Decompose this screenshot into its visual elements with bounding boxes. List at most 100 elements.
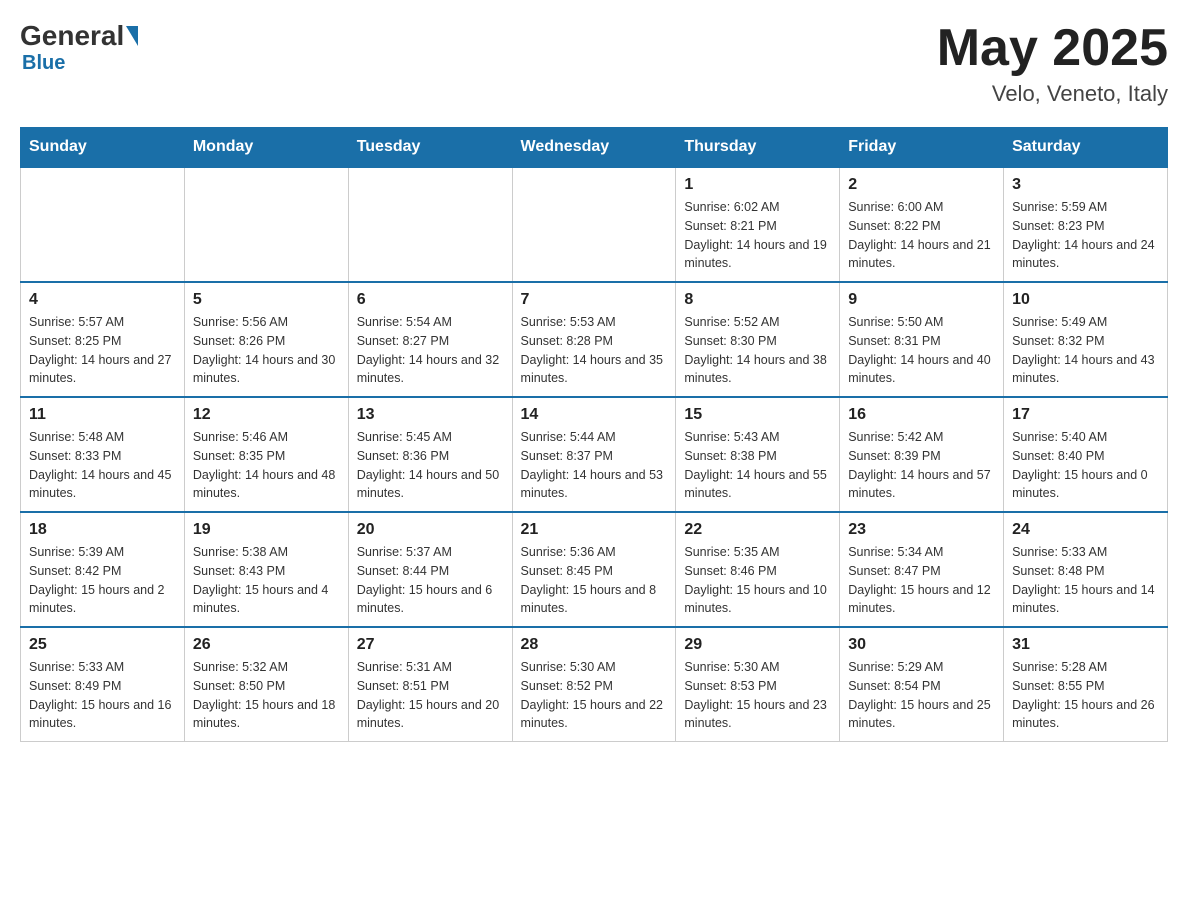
day-number-18: 18 (29, 521, 176, 539)
day-number-7: 7 (521, 291, 668, 309)
day-number-22: 22 (684, 521, 831, 539)
calendar-cell-3-1: 19 Sunrise: 5:38 AMSunset: 8:43 PMDayligh… (184, 512, 348, 627)
day-info-4: Sunrise: 5:57 AMSunset: 8:25 PMDaylight:… (29, 313, 176, 388)
calendar-cell-4-2: 27 Sunrise: 5:31 AMSunset: 8:51 PMDayligh… (348, 627, 512, 742)
header-thursday: Thursday (676, 128, 840, 168)
calendar-cell-4-4: 29Sunrise: 5:30 AMSunset: 8:53 PMDayligh… (676, 627, 840, 742)
calendar-cell-4-6: 31 Sunrise: 5:28 AMSunset: 8:55 PMDayligh… (1004, 627, 1168, 742)
calendar-cell-3-2: 20Sunrise: 5:37 AMSunset: 8:44 PMDayligh… (348, 512, 512, 627)
calendar-body: 1 Sunrise: 6:02 AMSunset: 8:21 PMDaylight… (21, 167, 1168, 742)
day-number-20: 20 (357, 521, 504, 539)
calendar-week-3: 11 Sunrise: 5:48 AMSunset: 8:33 PMDayligh… (21, 397, 1168, 512)
day-number-6: 6 (357, 291, 504, 309)
day-number-9: 9 (848, 291, 995, 309)
calendar-cell-3-6: 24Sunrise: 5:33 AMSunset: 8:48 PMDayligh… (1004, 512, 1168, 627)
day-info-10: Sunrise: 5:49 AMSunset: 8:32 PMDaylight:… (1012, 313, 1159, 388)
day-info-23: Sunrise: 5:34 AMSunset: 8:47 PMDaylight:… (848, 543, 995, 618)
day-number-31: 31 (1012, 636, 1159, 654)
calendar-cell-2-1: 12 Sunrise: 5:46 AMSunset: 8:35 PMDayligh… (184, 397, 348, 512)
logo-blue-label: Blue (22, 52, 65, 75)
calendar-cell-2-0: 11 Sunrise: 5:48 AMSunset: 8:33 PMDayligh… (21, 397, 185, 512)
day-info-28: Sunrise: 5:30 AMSunset: 8:52 PMDaylight:… (521, 658, 668, 733)
calendar-cell-3-5: 23 Sunrise: 5:34 AMSunset: 8:47 PMDayligh… (840, 512, 1004, 627)
day-info-14: Sunrise: 5:44 AMSunset: 8:37 PMDaylight:… (521, 428, 668, 503)
day-info-24: Sunrise: 5:33 AMSunset: 8:48 PMDaylight:… (1012, 543, 1159, 618)
day-number-1: 1 (684, 176, 831, 194)
day-info-30: Sunrise: 5:29 AMSunset: 8:54 PMDaylight:… (848, 658, 995, 733)
calendar-cell-4-0: 25 Sunrise: 5:33 AMSunset: 8:49 PMDayligh… (21, 627, 185, 742)
day-info-12: Sunrise: 5:46 AMSunset: 8:35 PMDaylight:… (193, 428, 340, 503)
calendar-cell-0-1 (184, 167, 348, 282)
calendar-title: May 2025 (937, 20, 1168, 77)
day-info-17: Sunrise: 5:40 AMSunset: 8:40 PMDaylight:… (1012, 428, 1159, 503)
calendar-cell-1-2: 6Sunrise: 5:54 AMSunset: 8:27 PMDaylight… (348, 282, 512, 397)
day-info-29: Sunrise: 5:30 AMSunset: 8:53 PMDaylight:… (684, 658, 831, 733)
calendar-cell-0-0 (21, 167, 185, 282)
day-info-8: Sunrise: 5:52 AMSunset: 8:30 PMDaylight:… (684, 313, 831, 388)
calendar-week-5: 25 Sunrise: 5:33 AMSunset: 8:49 PMDayligh… (21, 627, 1168, 742)
day-info-31: Sunrise: 5:28 AMSunset: 8:55 PMDaylight:… (1012, 658, 1159, 733)
calendar-cell-4-5: 30 Sunrise: 5:29 AMSunset: 8:54 PMDayligh… (840, 627, 1004, 742)
day-number-19: 19 (193, 521, 340, 539)
day-info-1: Sunrise: 6:02 AMSunset: 8:21 PMDaylight:… (684, 198, 831, 273)
day-number-4: 4 (29, 291, 176, 309)
day-info-26: Sunrise: 5:32 AMSunset: 8:50 PMDaylight:… (193, 658, 340, 733)
day-number-13: 13 (357, 406, 504, 424)
logo-arrow-icon (126, 26, 138, 46)
day-number-25: 25 (29, 636, 176, 654)
day-number-28: 28 (521, 636, 668, 654)
day-info-21: Sunrise: 5:36 AMSunset: 8:45 PMDaylight:… (521, 543, 668, 618)
day-number-23: 23 (848, 521, 995, 539)
header-tuesday: Tuesday (348, 128, 512, 168)
day-number-2: 2 (848, 176, 995, 194)
calendar-header-row: Sunday Monday Tuesday Wednesday Thursday… (21, 128, 1168, 168)
day-number-15: 15 (684, 406, 831, 424)
day-number-11: 11 (29, 406, 176, 424)
day-info-16: Sunrise: 5:42 AMSunset: 8:39 PMDaylight:… (848, 428, 995, 503)
day-number-3: 3 (1012, 176, 1159, 194)
day-number-17: 17 (1012, 406, 1159, 424)
calendar-cell-4-3: 28 Sunrise: 5:30 AMSunset: 8:52 PMDayligh… (512, 627, 676, 742)
calendar-cell-0-3 (512, 167, 676, 282)
day-number-10: 10 (1012, 291, 1159, 309)
calendar-cell-2-6: 17 Sunrise: 5:40 AMSunset: 8:40 PMDayligh… (1004, 397, 1168, 512)
day-info-15: Sunrise: 5:43 AMSunset: 8:38 PMDaylight:… (684, 428, 831, 503)
day-number-27: 27 (357, 636, 504, 654)
day-number-26: 26 (193, 636, 340, 654)
day-number-21: 21 (521, 521, 668, 539)
day-number-8: 8 (684, 291, 831, 309)
calendar-cell-1-1: 5 Sunrise: 5:56 AMSunset: 8:26 PMDaylight… (184, 282, 348, 397)
calendar-cell-3-0: 18Sunrise: 5:39 AMSunset: 8:42 PMDayligh… (21, 512, 185, 627)
calendar-week-2: 4 Sunrise: 5:57 AMSunset: 8:25 PMDaylight… (21, 282, 1168, 397)
day-info-13: Sunrise: 5:45 AMSunset: 8:36 PMDaylight:… (357, 428, 504, 503)
header-monday: Monday (184, 128, 348, 168)
header-saturday: Saturday (1004, 128, 1168, 168)
day-info-27: Sunrise: 5:31 AMSunset: 8:51 PMDaylight:… (357, 658, 504, 733)
calendar-cell-2-2: 13 Sunrise: 5:45 AMSunset: 8:36 PMDayligh… (348, 397, 512, 512)
calendar-cell-2-5: 16 Sunrise: 5:42 AMSunset: 8:39 PMDayligh… (840, 397, 1004, 512)
calendar-cell-0-6: 3 Sunrise: 5:59 AMSunset: 8:23 PMDaylight… (1004, 167, 1168, 282)
calendar-cell-2-3: 14 Sunrise: 5:44 AMSunset: 8:37 PMDayligh… (512, 397, 676, 512)
day-number-5: 5 (193, 291, 340, 309)
day-info-5: Sunrise: 5:56 AMSunset: 8:26 PMDaylight:… (193, 313, 340, 388)
day-info-7: Sunrise: 5:53 AMSunset: 8:28 PMDaylight:… (521, 313, 668, 388)
day-number-16: 16 (848, 406, 995, 424)
day-number-14: 14 (521, 406, 668, 424)
day-info-9: Sunrise: 5:50 AMSunset: 8:31 PMDaylight:… (848, 313, 995, 388)
title-block: May 2025 Velo, Veneto, Italy (937, 20, 1168, 107)
calendar-cell-0-5: 2Sunrise: 6:00 AMSunset: 8:22 PMDaylight… (840, 167, 1004, 282)
calendar-location: Velo, Veneto, Italy (937, 81, 1168, 107)
header-sunday: Sunday (21, 128, 185, 168)
day-info-25: Sunrise: 5:33 AMSunset: 8:49 PMDaylight:… (29, 658, 176, 733)
day-info-3: Sunrise: 5:59 AMSunset: 8:23 PMDaylight:… (1012, 198, 1159, 273)
header-wednesday: Wednesday (512, 128, 676, 168)
calendar-cell-1-4: 8 Sunrise: 5:52 AMSunset: 8:30 PMDaylight… (676, 282, 840, 397)
calendar-cell-2-4: 15 Sunrise: 5:43 AMSunset: 8:38 PMDayligh… (676, 397, 840, 512)
calendar-table: Sunday Monday Tuesday Wednesday Thursday… (20, 127, 1168, 742)
day-info-19: Sunrise: 5:38 AMSunset: 8:43 PMDaylight:… (193, 543, 340, 618)
calendar-week-4: 18Sunrise: 5:39 AMSunset: 8:42 PMDayligh… (21, 512, 1168, 627)
day-number-30: 30 (848, 636, 995, 654)
day-number-12: 12 (193, 406, 340, 424)
calendar-cell-4-1: 26 Sunrise: 5:32 AMSunset: 8:50 PMDayligh… (184, 627, 348, 742)
day-info-11: Sunrise: 5:48 AMSunset: 8:33 PMDaylight:… (29, 428, 176, 503)
